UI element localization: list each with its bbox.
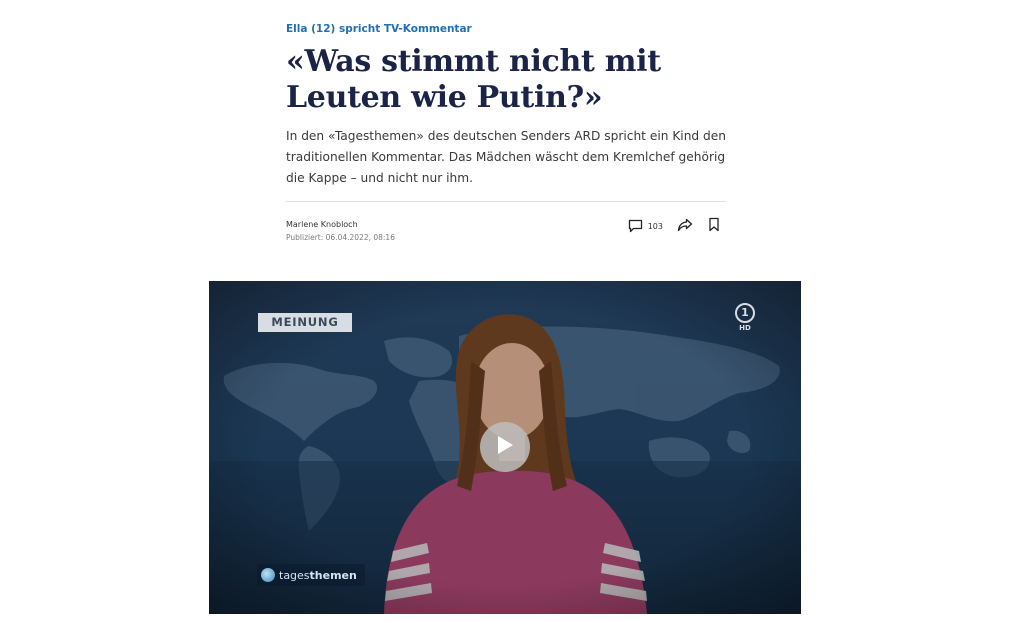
lead-text: In den «Tagesthemen» des deutschen Sende…	[286, 129, 726, 185]
opinion-badge: MEINUNG	[258, 313, 352, 332]
headline-line-1: «Was stimmt nicht mit	[286, 44, 661, 79]
article-header: Ella (12) spricht TV-Kommentar «Was stim…	[286, 20, 726, 189]
video-player[interactable]: MEINUNG 1 HD tages themen	[209, 281, 801, 614]
channel-logo: 1 HD	[733, 303, 757, 333]
show-logo-text-bold: themen	[309, 568, 357, 582]
headline-line-2: Leuten wie Putin?»	[286, 80, 603, 115]
bookmark-icon	[708, 217, 720, 236]
channel-logo-hd: HD	[739, 324, 751, 332]
comment-count: 103	[647, 221, 663, 231]
comments-button[interactable]: 103	[628, 216, 663, 236]
share-icon	[677, 217, 693, 236]
comment-icon	[628, 216, 644, 236]
share-button[interactable]	[675, 216, 695, 236]
play-button[interactable]	[480, 422, 530, 472]
article-actions: 103	[628, 216, 724, 236]
kicker: Ella (12) spricht TV-Kommentar	[286, 23, 472, 35]
article-meta: Marlene Knobloch Publiziert: 06.04.2022,…	[286, 216, 726, 247]
show-logo: tages themen	[257, 564, 365, 586]
play-icon	[495, 434, 515, 460]
channel-logo-number: 1	[735, 303, 755, 323]
divider	[286, 201, 726, 202]
show-logo-icon	[261, 568, 275, 582]
show-logo-text-light: tages	[279, 568, 310, 582]
headline: «Was stimmt nicht mit Leuten wie Putin?»	[286, 44, 726, 116]
bookmark-button[interactable]	[704, 216, 724, 236]
